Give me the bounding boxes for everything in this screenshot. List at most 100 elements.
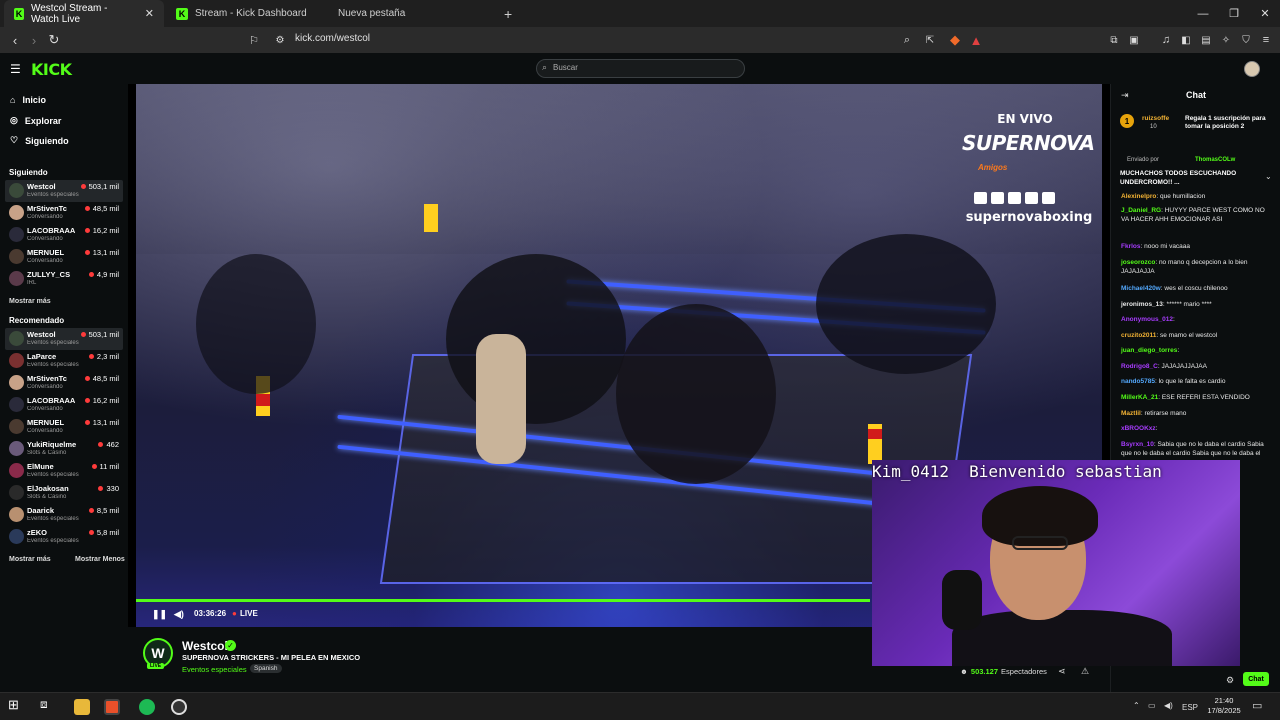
pause-icon[interactable]: ❚❚ bbox=[152, 609, 167, 620]
pinned-text[interactable]: Regala 1 suscripción para tomar la posic… bbox=[1185, 115, 1273, 131]
chevron-down-icon[interactable]: ⌄ bbox=[1265, 172, 1272, 181]
chat-username[interactable]: Maztlil bbox=[1121, 410, 1141, 417]
chat-username[interactable]: J_Daniel_RG bbox=[1121, 207, 1161, 214]
search-input[interactable]: ⌕ Buscar bbox=[536, 59, 745, 78]
channel-viewers: 503,1 mil bbox=[80, 330, 119, 339]
nav-explorar[interactable]: ◎ Explorar bbox=[10, 115, 61, 126]
brave-rewards-icon[interactable]: ▲ bbox=[966, 27, 986, 53]
channel-row[interactable]: ElMune Eventos especiales 11 mil bbox=[5, 460, 123, 482]
streamer-name[interactable]: Westcol bbox=[182, 639, 228, 653]
forward-button[interactable]: › bbox=[24, 27, 44, 53]
user-avatar[interactable] bbox=[1244, 61, 1260, 77]
new-tab-button[interactable]: + bbox=[494, 0, 522, 27]
clock[interactable]: 21:40 17/8/2025 bbox=[1200, 696, 1248, 716]
nav-siguiendo[interactable]: ♡ Siguiendo bbox=[10, 135, 69, 146]
share-icon[interactable]: ⇱ bbox=[920, 27, 940, 53]
url-field[interactable]: kick.com/westcol bbox=[295, 33, 370, 44]
chat-username[interactable]: Michael420w bbox=[1121, 285, 1161, 292]
chat-username[interactable]: Anonymous_012 bbox=[1121, 316, 1173, 323]
channel-row[interactable]: MERNUEL Conversando 13,1 mil bbox=[5, 416, 123, 438]
restore-button[interactable]: ❐ bbox=[1217, 0, 1251, 27]
notification-icon[interactable]: ▭ bbox=[1252, 699, 1262, 712]
chat-send-button[interactable]: Chat bbox=[1243, 672, 1269, 686]
obs-icon[interactable] bbox=[171, 699, 187, 715]
tab-westcol[interactable]: K Westcol Stream - Watch Live ✕ bbox=[4, 0, 164, 27]
show-less-button[interactable]: Mostrar Menos bbox=[75, 556, 125, 563]
channel-row[interactable]: Westcol Eventos especiales 503,1 mil bbox=[5, 328, 123, 350]
channel-row[interactable]: LACOBRAAA Conversando 16,2 mil bbox=[5, 394, 123, 416]
chat-username[interactable]: Alexinelpro bbox=[1121, 193, 1156, 200]
channel-row[interactable]: ZULLYY_CS IRL 4,9 mil bbox=[5, 268, 123, 290]
network-icon[interactable]: ▭ bbox=[1148, 701, 1156, 710]
channel-row[interactable]: LaParce Eventos especiales 2,3 mil bbox=[5, 350, 123, 372]
kick-logo[interactable]: KICK bbox=[31, 60, 72, 79]
close-window-button[interactable]: ✕ bbox=[1248, 0, 1280, 27]
chat-username[interactable]: juan_diego_torres bbox=[1121, 347, 1177, 354]
channel-row[interactable]: Daarick Eventos especiales 8,5 mil bbox=[5, 504, 123, 526]
brave-shield-icon[interactable]: ◆ bbox=[945, 27, 965, 53]
channel-row[interactable]: LACOBRAAA Conversando 16,2 mil bbox=[5, 224, 123, 246]
spotify-icon[interactable] bbox=[139, 699, 155, 715]
share-icon[interactable]: ⋖ bbox=[1058, 666, 1066, 677]
chat-username[interactable]: MillerKA_21 bbox=[1121, 394, 1158, 401]
report-icon[interactable]: ⚠ bbox=[1081, 666, 1089, 677]
channel-viewers-count: 2,3 mil bbox=[96, 352, 119, 361]
channel-row[interactable]: Westcol Eventos especiales 503,1 mil bbox=[5, 180, 123, 202]
reload-button[interactable]: ↻ bbox=[44, 27, 64, 53]
chat-message: joseorozco: no mano q decepcion a lo bie… bbox=[1121, 258, 1271, 276]
zoom-icon[interactable]: ⌕ bbox=[897, 27, 917, 53]
task-view-icon[interactable]: ⧈ bbox=[40, 697, 56, 713]
chat-username[interactable]: nando5785 bbox=[1121, 378, 1155, 385]
channel-name: Westcol bbox=[27, 182, 56, 191]
pinned-user[interactable]: ruizsoffe bbox=[1142, 115, 1169, 122]
extensions-icon[interactable]: ⧉ bbox=[1104, 27, 1124, 53]
channel-row[interactable]: YukiRiquelme Slots & Casino 462 bbox=[5, 438, 123, 460]
wallet-icon[interactable]: ▤ bbox=[1196, 27, 1216, 53]
chat-username[interactable]: xBROOKxz bbox=[1121, 425, 1156, 432]
video-progress-bar[interactable] bbox=[136, 599, 870, 602]
media-icon[interactable]: ▣ bbox=[1124, 27, 1144, 53]
sidebar-icon[interactable]: ◧ bbox=[1176, 27, 1196, 53]
close-icon[interactable]: ✕ bbox=[145, 7, 154, 20]
chat-username[interactable]: joseorozco bbox=[1121, 259, 1155, 266]
nav-label: Siguiendo bbox=[25, 135, 69, 146]
hamburger-menu-icon[interactable]: ☰ bbox=[10, 62, 21, 76]
language-badge[interactable]: Spanish bbox=[250, 664, 282, 673]
bookmark-icon[interactable]: ⚐ bbox=[244, 27, 264, 53]
vpn-icon[interactable]: ⛉ bbox=[1236, 27, 1256, 53]
chat-username[interactable]: Rodrigo8_C bbox=[1121, 363, 1158, 370]
tab-dashboard[interactable]: K Stream - Kick Dashboard bbox=[166, 0, 326, 27]
tab-new[interactable]: Nueva pestaña bbox=[328, 0, 488, 27]
chat-message: Fkrlos: nooo mi vacaaa bbox=[1121, 242, 1271, 251]
channel-row[interactable]: MERNUEL Conversando 13,1 mil bbox=[5, 246, 123, 268]
channel-row[interactable]: MrStivenTc Conversando 48,5 mil bbox=[5, 202, 123, 224]
back-button[interactable]: ‹ bbox=[5, 27, 25, 53]
chat-username[interactable]: cruzito2011 bbox=[1121, 332, 1156, 339]
site-info-icon[interactable]: ⚙ bbox=[270, 27, 290, 53]
show-more-following[interactable]: Mostrar más bbox=[9, 298, 51, 305]
volume-tray-icon[interactable]: ◀) bbox=[1164, 701, 1173, 710]
channel-row[interactable]: MrStivenTc Conversando 48,5 mil bbox=[5, 372, 123, 394]
channel-category: Conversando bbox=[27, 236, 63, 242]
language-indicator[interactable]: ESP bbox=[1182, 703, 1198, 712]
chat-username[interactable]: Bsyrxn_10 bbox=[1121, 441, 1154, 448]
menu-icon[interactable]: ≡ bbox=[1256, 27, 1276, 53]
minimize-button[interactable]: — bbox=[1186, 0, 1220, 27]
chat-username[interactable]: Fkrlos bbox=[1121, 243, 1141, 250]
channel-row[interactable]: zEKO Eventos especiales 5,8 mil bbox=[5, 526, 123, 548]
windows-start-icon[interactable]: ⊞ bbox=[8, 697, 24, 713]
channel-row[interactable]: ElJoakosan Slots & Casino 330 bbox=[5, 482, 123, 504]
chat-username[interactable]: jeronimos_13 bbox=[1121, 301, 1163, 308]
brave-browser-icon[interactable] bbox=[104, 699, 120, 715]
file-explorer-icon[interactable] bbox=[74, 699, 90, 715]
facebook-icon bbox=[1042, 192, 1055, 204]
music-icon[interactable]: ♫ bbox=[1156, 27, 1176, 53]
channel-name: MrStivenTc bbox=[27, 204, 67, 213]
tray-chevron-icon[interactable]: ⌃ bbox=[1133, 701, 1140, 710]
ai-icon[interactable]: ✧ bbox=[1216, 27, 1236, 53]
show-more-recommended[interactable]: Mostrar más bbox=[9, 556, 51, 563]
settings-icon[interactable]: ⚙ bbox=[1226, 675, 1234, 686]
volume-icon[interactable]: ◀) bbox=[174, 609, 184, 620]
nav-inicio[interactable]: ⌂ Inicio bbox=[10, 95, 46, 105]
stream-category[interactable]: Eventos especiales bbox=[182, 665, 247, 674]
